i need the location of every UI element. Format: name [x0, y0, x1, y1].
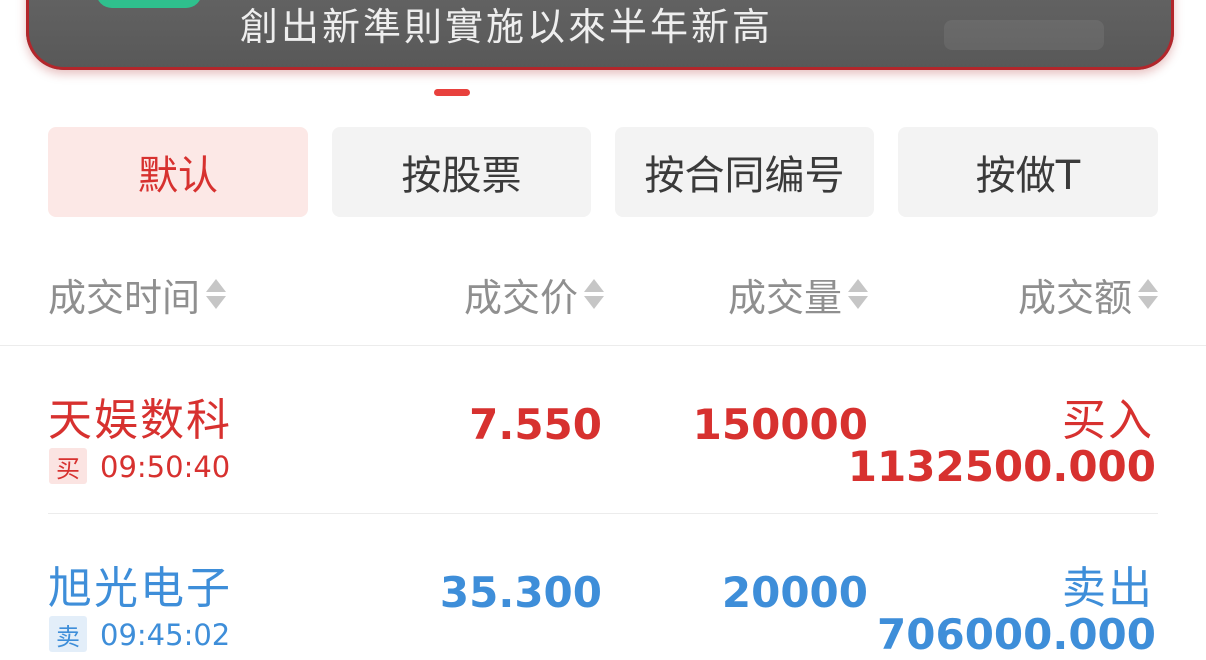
- trade-amount: 1132500.000: [847, 442, 1156, 491]
- trade-history-page: 創出新準則實施以來半年新高 默认 按股票 按合同编号 按做T 成交时间 成交价 …: [0, 0, 1206, 660]
- column-header-price[interactable]: 成交价: [464, 268, 604, 320]
- trade-price: 7.550: [469, 400, 602, 449]
- trade-action: 买入: [1062, 395, 1154, 446]
- column-header-amount[interactable]: 成交额: [1018, 268, 1158, 320]
- side-badge: 卖: [49, 616, 87, 652]
- trade-price: 35.300: [439, 568, 602, 617]
- sort-icon: [848, 277, 868, 311]
- banner-blurred-text: [944, 20, 1104, 50]
- side-badge: 买: [49, 448, 87, 484]
- trade-action: 卖出: [1062, 563, 1154, 614]
- app-icon: [96, 0, 202, 8]
- column-header-time[interactable]: 成交时间: [48, 268, 227, 320]
- trade-row[interactable]: 旭光电子 卖 09:45:02 35.300 20000 卖出 706000.0…: [0, 514, 1206, 660]
- banner-page-indicator: [434, 89, 470, 96]
- trade-time: 09:50:40: [100, 450, 231, 484]
- filter-tabs: 默认 按股票 按合同编号 按做T: [48, 127, 1158, 217]
- banner-headline: 創出新準則實施以來半年新高: [240, 5, 774, 49]
- trade-amount: 706000.000: [877, 610, 1156, 659]
- column-header-amount-label: 成交额: [1017, 275, 1132, 320]
- stock-name: 旭光电子: [48, 563, 232, 614]
- column-header-volume-label: 成交量: [727, 275, 842, 320]
- sort-icon: [584, 277, 604, 311]
- column-header-time-label: 成交时间: [48, 275, 201, 320]
- tab-by-contract-number[interactable]: 按合同编号: [615, 127, 874, 217]
- trade-volume: 150000: [692, 400, 868, 449]
- sort-icon: [1138, 277, 1158, 311]
- stock-name: 天娱数科: [48, 395, 232, 446]
- trade-volume: 20000: [721, 568, 868, 617]
- column-header-volume[interactable]: 成交量: [728, 268, 868, 320]
- tab-by-day-trade[interactable]: 按做T: [898, 127, 1158, 217]
- trade-row[interactable]: 天娱数科 买 09:50:40 7.550 150000 买入 1132500.…: [0, 346, 1206, 514]
- sort-icon: [206, 277, 227, 311]
- news-banner[interactable]: 創出新準則實施以來半年新高: [26, 0, 1174, 70]
- tab-default[interactable]: 默认: [48, 127, 308, 217]
- tab-by-stock[interactable]: 按股票: [332, 127, 591, 217]
- column-header-price-label: 成交价: [463, 275, 578, 320]
- trade-time: 09:45:02: [100, 618, 231, 652]
